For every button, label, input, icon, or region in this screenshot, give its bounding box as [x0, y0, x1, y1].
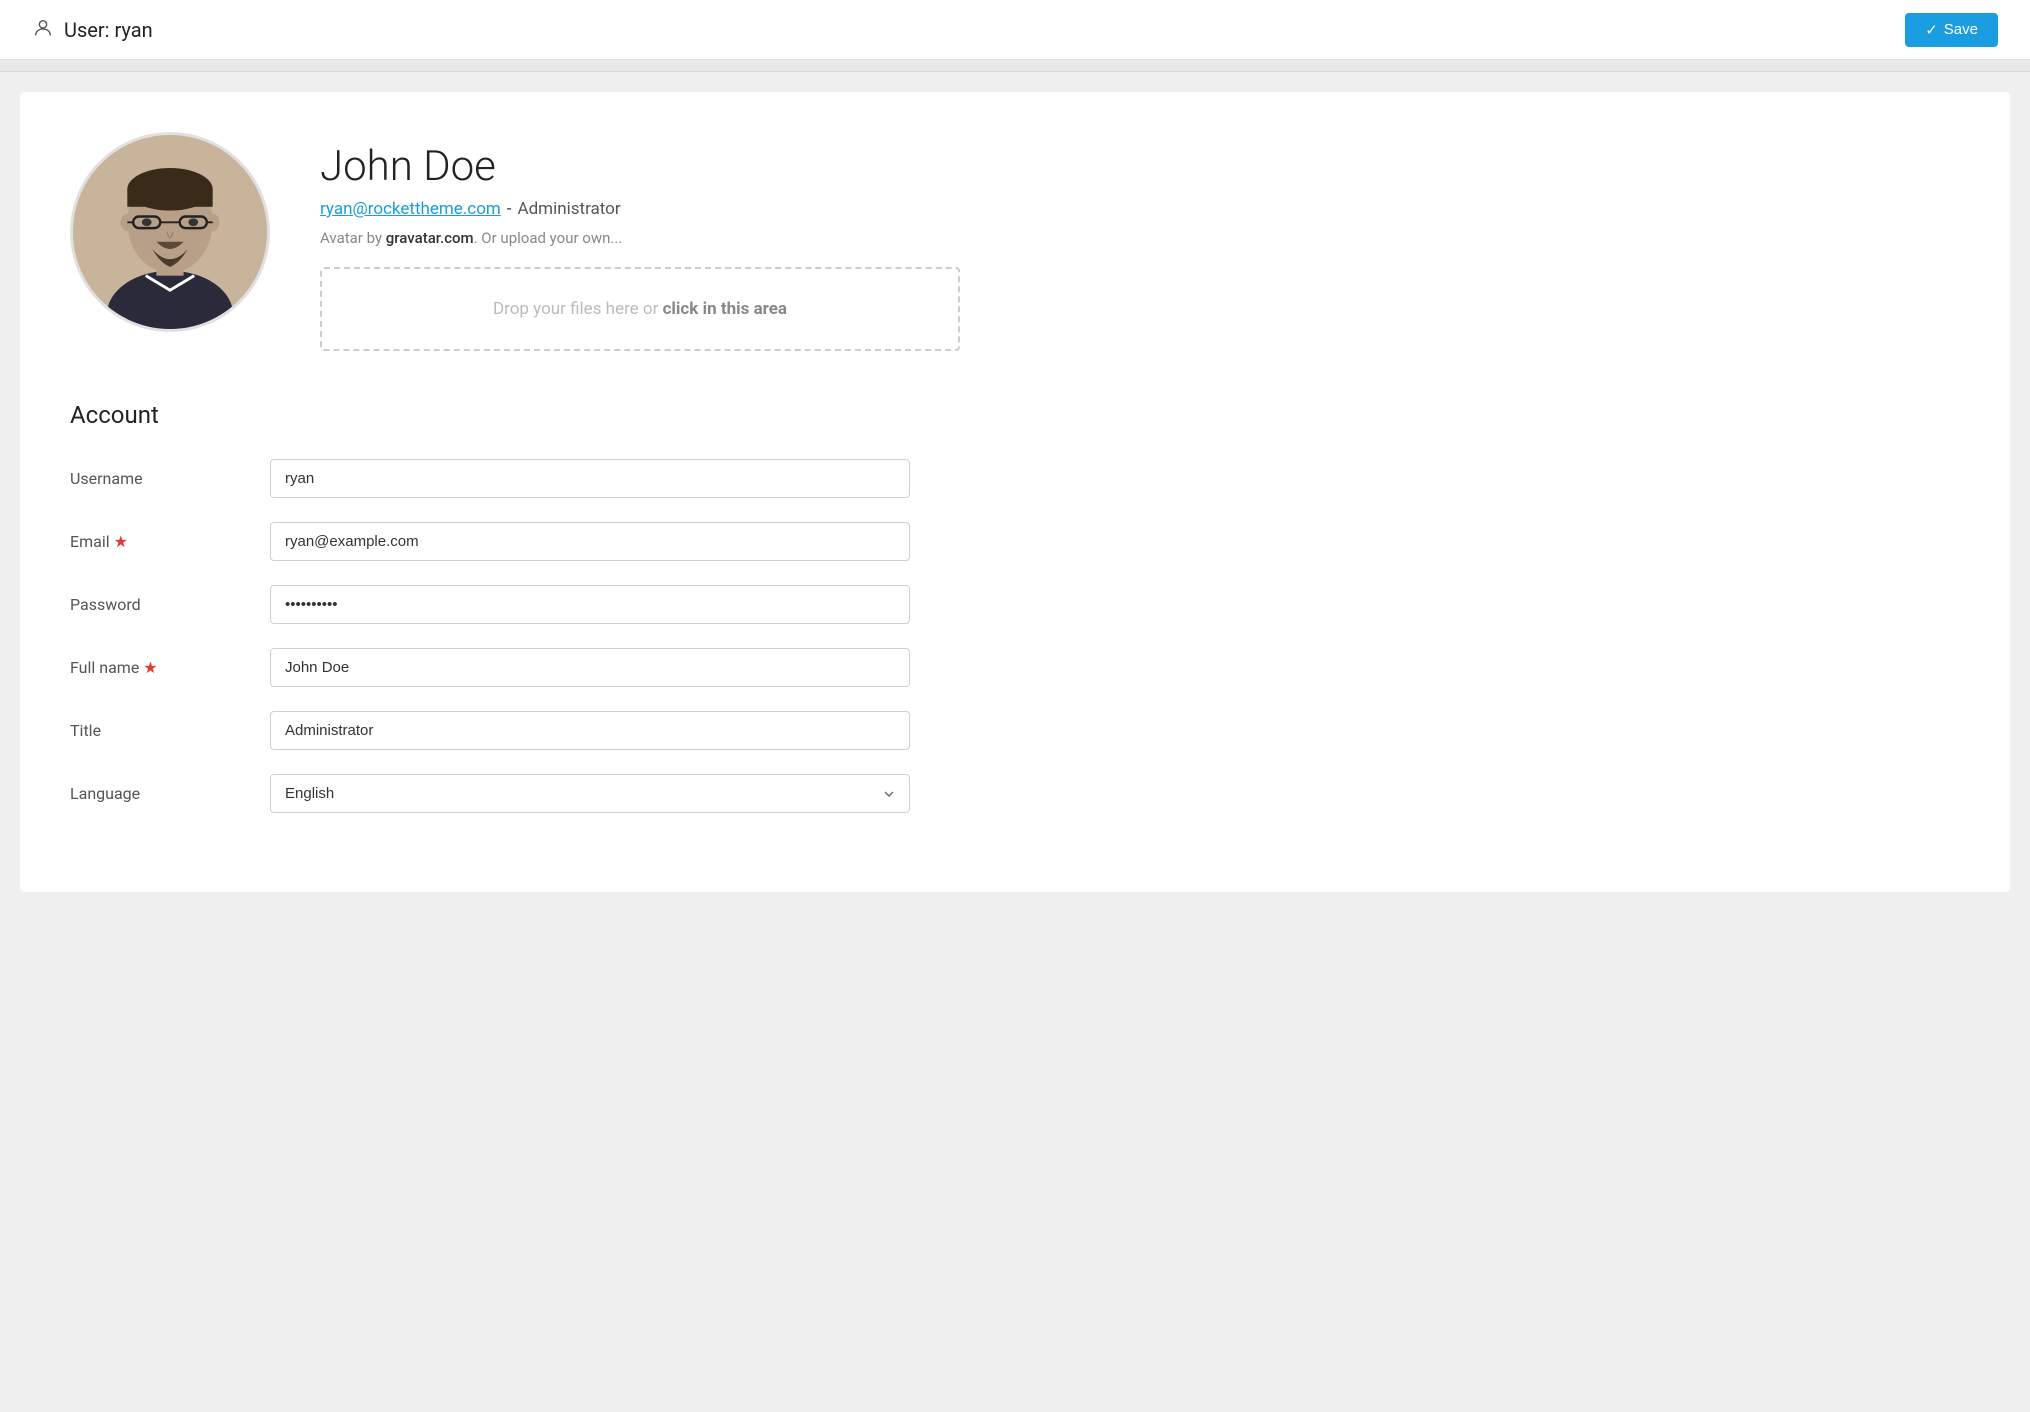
fullname-label: Full name★	[70, 658, 270, 677]
title-row: Title	[70, 711, 1960, 750]
avatar-hint-prefix: Avatar by	[320, 229, 386, 247]
language-label: Language	[70, 784, 270, 803]
language-row: Language English French German Spanish I…	[70, 774, 1960, 813]
password-row: Password	[70, 585, 1960, 624]
profile-name: John Doe	[320, 142, 1960, 191]
username-row: Username	[70, 459, 1960, 498]
gravatar-link[interactable]: gravatar.com	[386, 229, 474, 247]
fullname-input[interactable]	[270, 648, 910, 687]
header-left: User: ryan	[32, 17, 153, 43]
drop-zone-text: Drop your files here or	[493, 299, 663, 319]
profile-section: John Doe ryan@rockettheme.com - Administ…	[70, 132, 1960, 351]
username-label: Username	[70, 469, 270, 488]
page-title: User: ryan	[64, 18, 153, 42]
fullname-required: ★	[143, 658, 157, 677]
password-input[interactable]	[270, 585, 910, 624]
file-drop-zone[interactable]: Drop your files here or click in this ar…	[320, 267, 960, 351]
check-icon: ✓	[1925, 21, 1938, 39]
title-label: Title	[70, 721, 270, 740]
drop-zone-click-text: click in this area	[663, 299, 787, 319]
profile-info: John Doe ryan@rockettheme.com - Administ…	[320, 132, 1960, 351]
profile-email-row: ryan@rockettheme.com - Administrator	[320, 199, 1960, 219]
main-content: John Doe ryan@rockettheme.com - Administ…	[20, 92, 2010, 892]
password-label: Password	[70, 595, 270, 614]
header: User: ryan ✓ Save	[0, 0, 2030, 60]
save-button[interactable]: ✓ Save	[1905, 13, 1998, 47]
username-input[interactable]	[270, 459, 910, 498]
language-select[interactable]: English French German Spanish Italian	[270, 774, 910, 813]
avatar	[70, 132, 270, 332]
fullname-row: Full name★	[70, 648, 1960, 687]
profile-email-link[interactable]: ryan@rockettheme.com	[320, 199, 501, 219]
account-section-title: Account	[70, 401, 1960, 429]
email-input[interactable]	[270, 522, 910, 561]
profile-separator: -	[507, 199, 512, 219]
user-icon	[32, 17, 54, 43]
sub-header-bar	[0, 60, 2030, 72]
email-label: Email★	[70, 532, 270, 551]
email-row: Email★	[70, 522, 1960, 561]
title-input[interactable]	[270, 711, 910, 750]
email-required: ★	[114, 532, 128, 551]
avatar-hint-suffix: . Or upload your own...	[474, 229, 623, 247]
profile-role: Administrator	[518, 199, 621, 219]
profile-avatar-hint: Avatar by gravatar.com. Or upload your o…	[320, 229, 1960, 247]
avatar-container	[70, 132, 270, 332]
account-section: Account Username Email★ Password Full n	[70, 401, 1960, 813]
save-label: Save	[1944, 21, 1978, 38]
